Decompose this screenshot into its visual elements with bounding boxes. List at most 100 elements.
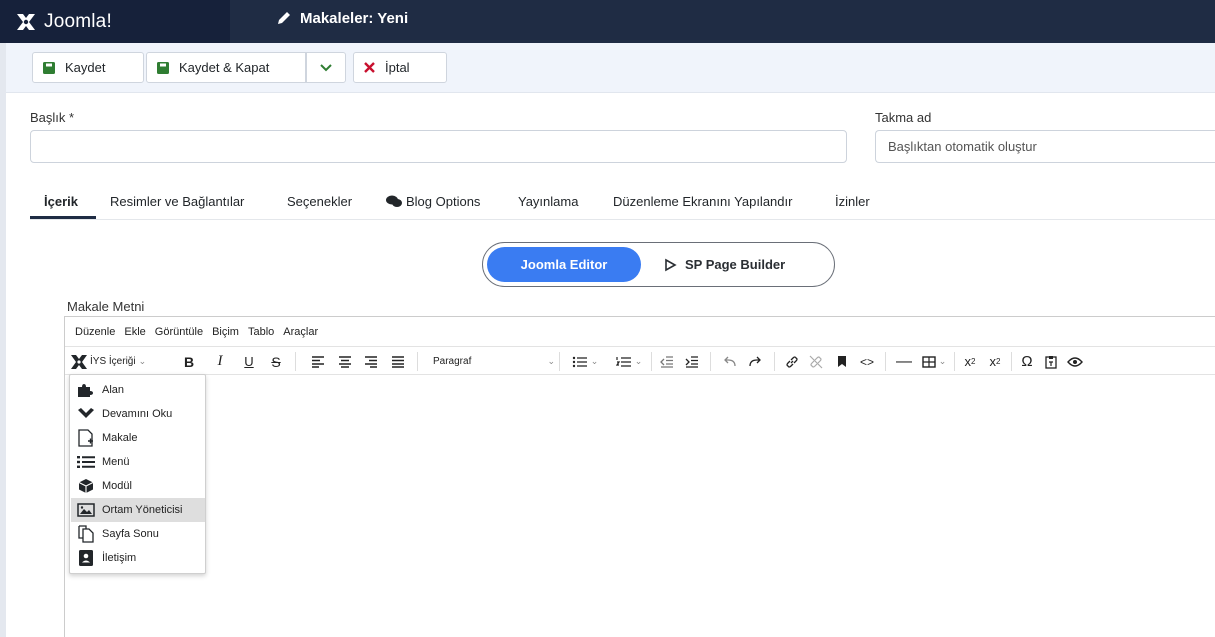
sp-page-builder-button[interactable]: SP Page Builder bbox=[663, 247, 785, 282]
unlink-icon[interactable] bbox=[806, 347, 826, 376]
chevron-down-icon bbox=[77, 405, 95, 423]
bullet-list-icon[interactable]: ⌄ bbox=[568, 347, 602, 376]
action-toolbar: Kaydet Kaydet & Kapat İptal bbox=[6, 43, 1215, 93]
menu-item-label: İletişim bbox=[102, 552, 137, 564]
cube-icon bbox=[77, 477, 95, 495]
tab-options[interactable]: Seçenekler bbox=[287, 194, 352, 209]
menu-item-contact[interactable]: İletişim bbox=[71, 546, 205, 570]
outdent-icon[interactable] bbox=[657, 347, 677, 376]
page-title: Makaleler: Yeni bbox=[276, 0, 408, 36]
menu-item-page-break[interactable]: Sayfa Sonu bbox=[71, 522, 205, 546]
superscript-icon[interactable]: x2 bbox=[984, 347, 1006, 376]
close-icon bbox=[364, 62, 375, 73]
align-right-icon[interactable] bbox=[361, 347, 381, 376]
numbered-list-icon[interactable]: ⌄ bbox=[612, 347, 646, 376]
tab-permissions[interactable]: İzinler bbox=[835, 194, 870, 209]
joomla-logo-icon bbox=[17, 13, 35, 30]
indent-icon[interactable] bbox=[682, 347, 702, 376]
preview-eye-icon[interactable] bbox=[1064, 347, 1086, 376]
active-tab-indicator bbox=[30, 216, 96, 219]
undo-icon[interactable] bbox=[720, 347, 740, 376]
file-add-icon bbox=[77, 429, 95, 447]
top-header: Joomla! Makaleler: Yeni bbox=[0, 0, 1215, 43]
menu-item-module[interactable]: Modül bbox=[71, 474, 205, 498]
save-close-button-label: Kaydet & Kapat bbox=[179, 60, 270, 75]
link-icon[interactable] bbox=[782, 347, 802, 376]
title-input[interactable] bbox=[30, 130, 847, 163]
menu-item-menu[interactable]: Menü bbox=[71, 450, 205, 474]
floppy-disk-icon bbox=[43, 61, 55, 74]
tab-content[interactable]: İçerik bbox=[44, 194, 78, 209]
floppy-disk-icon bbox=[157, 61, 169, 74]
editor-toolbar: İYS İçeriği ⌄ B I U S Paragraf ⌄ ⌄ ⌄ <> … bbox=[65, 346, 1215, 375]
article-tabs: İçerik Resimler ve Bağlantılar Seçenekle… bbox=[30, 186, 1215, 220]
menu-table[interactable]: Tablo bbox=[248, 326, 274, 338]
cms-content-label: İYS İçeriği bbox=[90, 356, 136, 367]
editor-menubar: Düzenle Ekle Görüntüle Biçim Tablo Araçl… bbox=[65, 317, 1215, 346]
italic-icon[interactable]: I bbox=[210, 347, 230, 376]
menu-item-label: Makale bbox=[102, 432, 138, 444]
bookmark-icon[interactable] bbox=[832, 347, 852, 376]
menu-item-label: Alan bbox=[102, 384, 125, 396]
menu-tools[interactable]: Araçlar bbox=[283, 326, 318, 338]
align-left-icon[interactable] bbox=[308, 347, 328, 376]
tab-blog-options-label: Blog Options bbox=[406, 194, 481, 209]
menu-format[interactable]: Biçim bbox=[212, 326, 239, 338]
menu-item-label: Devamını Oku bbox=[102, 408, 173, 420]
cms-content-dropdown: Alan Devamını Oku Makale Menü Modül Orta… bbox=[69, 374, 206, 574]
redo-icon[interactable] bbox=[745, 347, 765, 376]
play-icon bbox=[665, 258, 677, 271]
address-card-icon bbox=[77, 549, 95, 567]
copy-icon bbox=[77, 525, 95, 543]
cancel-button[interactable]: İptal bbox=[353, 52, 447, 83]
alias-label: Takma ad bbox=[875, 110, 932, 125]
underline-icon[interactable]: U bbox=[239, 347, 259, 376]
menu-edit[interactable]: Düzenle bbox=[75, 326, 115, 338]
special-character-icon[interactable]: Ω bbox=[1016, 347, 1038, 376]
align-center-icon[interactable] bbox=[335, 347, 355, 376]
menu-insert[interactable]: Ekle bbox=[124, 326, 145, 338]
pencil-icon bbox=[278, 12, 290, 24]
menu-item-label: Menü bbox=[102, 456, 130, 468]
chevron-down-icon: ⌄ bbox=[547, 356, 555, 366]
block-format-value: Paragraf bbox=[433, 356, 472, 367]
strikethrough-icon[interactable]: S bbox=[266, 347, 286, 376]
menu-view[interactable]: Görüntüle bbox=[155, 326, 203, 338]
rich-text-editor: Düzenle Ekle Görüntüle Biçim Tablo Araçl… bbox=[64, 316, 1215, 637]
menu-item-field[interactable]: Alan bbox=[71, 378, 205, 402]
save-options-dropdown-button[interactable] bbox=[306, 52, 346, 83]
sp-page-builder-label: SP Page Builder bbox=[685, 257, 786, 272]
cancel-button-label: İptal bbox=[385, 60, 410, 75]
horizontal-line-icon[interactable]: — bbox=[893, 347, 915, 376]
menu-item-article[interactable]: Makale bbox=[71, 426, 205, 450]
menu-item-label: Ortam Yöneticisi bbox=[102, 504, 183, 516]
alias-input[interactable] bbox=[875, 130, 1215, 163]
joomla-editor-button[interactable]: Joomla Editor bbox=[487, 247, 641, 282]
menu-item-label: Sayfa Sonu bbox=[102, 528, 159, 540]
puzzle-icon bbox=[77, 381, 95, 399]
subscript-icon[interactable]: x2 bbox=[959, 347, 981, 376]
tab-configure-edit-screen[interactable]: Düzenleme Ekranını Yapılandır bbox=[613, 194, 792, 209]
tab-images-links[interactable]: Resimler ve Bağlantılar bbox=[110, 194, 244, 209]
chevron-down-icon bbox=[320, 63, 332, 71]
tab-publishing[interactable]: Yayınlama bbox=[518, 194, 578, 209]
code-icon[interactable]: <> bbox=[856, 347, 878, 376]
joomla-icon bbox=[71, 354, 87, 369]
left-sidebar-strip bbox=[0, 43, 6, 637]
cms-content-button[interactable]: İYS İçeriği ⌄ bbox=[70, 347, 172, 376]
menu-item-media-manager[interactable]: Ortam Yöneticisi bbox=[71, 498, 205, 522]
paste-text-icon[interactable] bbox=[1040, 347, 1062, 376]
align-justify-icon[interactable] bbox=[388, 347, 408, 376]
editor-switch: Joomla Editor SP Page Builder bbox=[482, 242, 835, 287]
table-icon[interactable]: ⌄ bbox=[919, 347, 949, 376]
save-close-button[interactable]: Kaydet & Kapat bbox=[146, 52, 306, 83]
image-icon bbox=[77, 501, 95, 519]
tab-blog-options[interactable]: Blog Options bbox=[386, 194, 480, 209]
comments-icon bbox=[386, 195, 402, 207]
block-format-select[interactable]: Paragraf ⌄ bbox=[433, 347, 555, 376]
joomla-logo[interactable]: Joomla! bbox=[0, 0, 230, 43]
brand-name: Joomla! bbox=[44, 10, 112, 32]
bold-icon[interactable]: B bbox=[179, 347, 199, 376]
save-button[interactable]: Kaydet bbox=[32, 52, 144, 83]
menu-item-read-more[interactable]: Devamını Oku bbox=[71, 402, 205, 426]
